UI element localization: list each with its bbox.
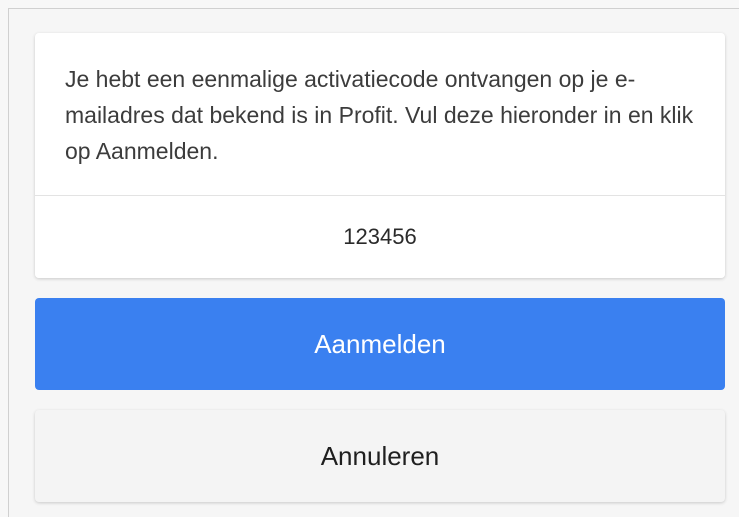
login-button[interactable]: Aanmelden — [35, 298, 725, 390]
dialog-frame: Je hebt een eenmalige activatiecode ontv… — [8, 8, 739, 517]
cancel-button[interactable]: Annuleren — [35, 410, 725, 502]
activation-code-input[interactable] — [35, 196, 725, 278]
instruction-text: Je hebt een eenmalige activatiecode ontv… — [65, 66, 694, 164]
activation-card: Je hebt een eenmalige activatiecode ontv… — [35, 33, 725, 278]
